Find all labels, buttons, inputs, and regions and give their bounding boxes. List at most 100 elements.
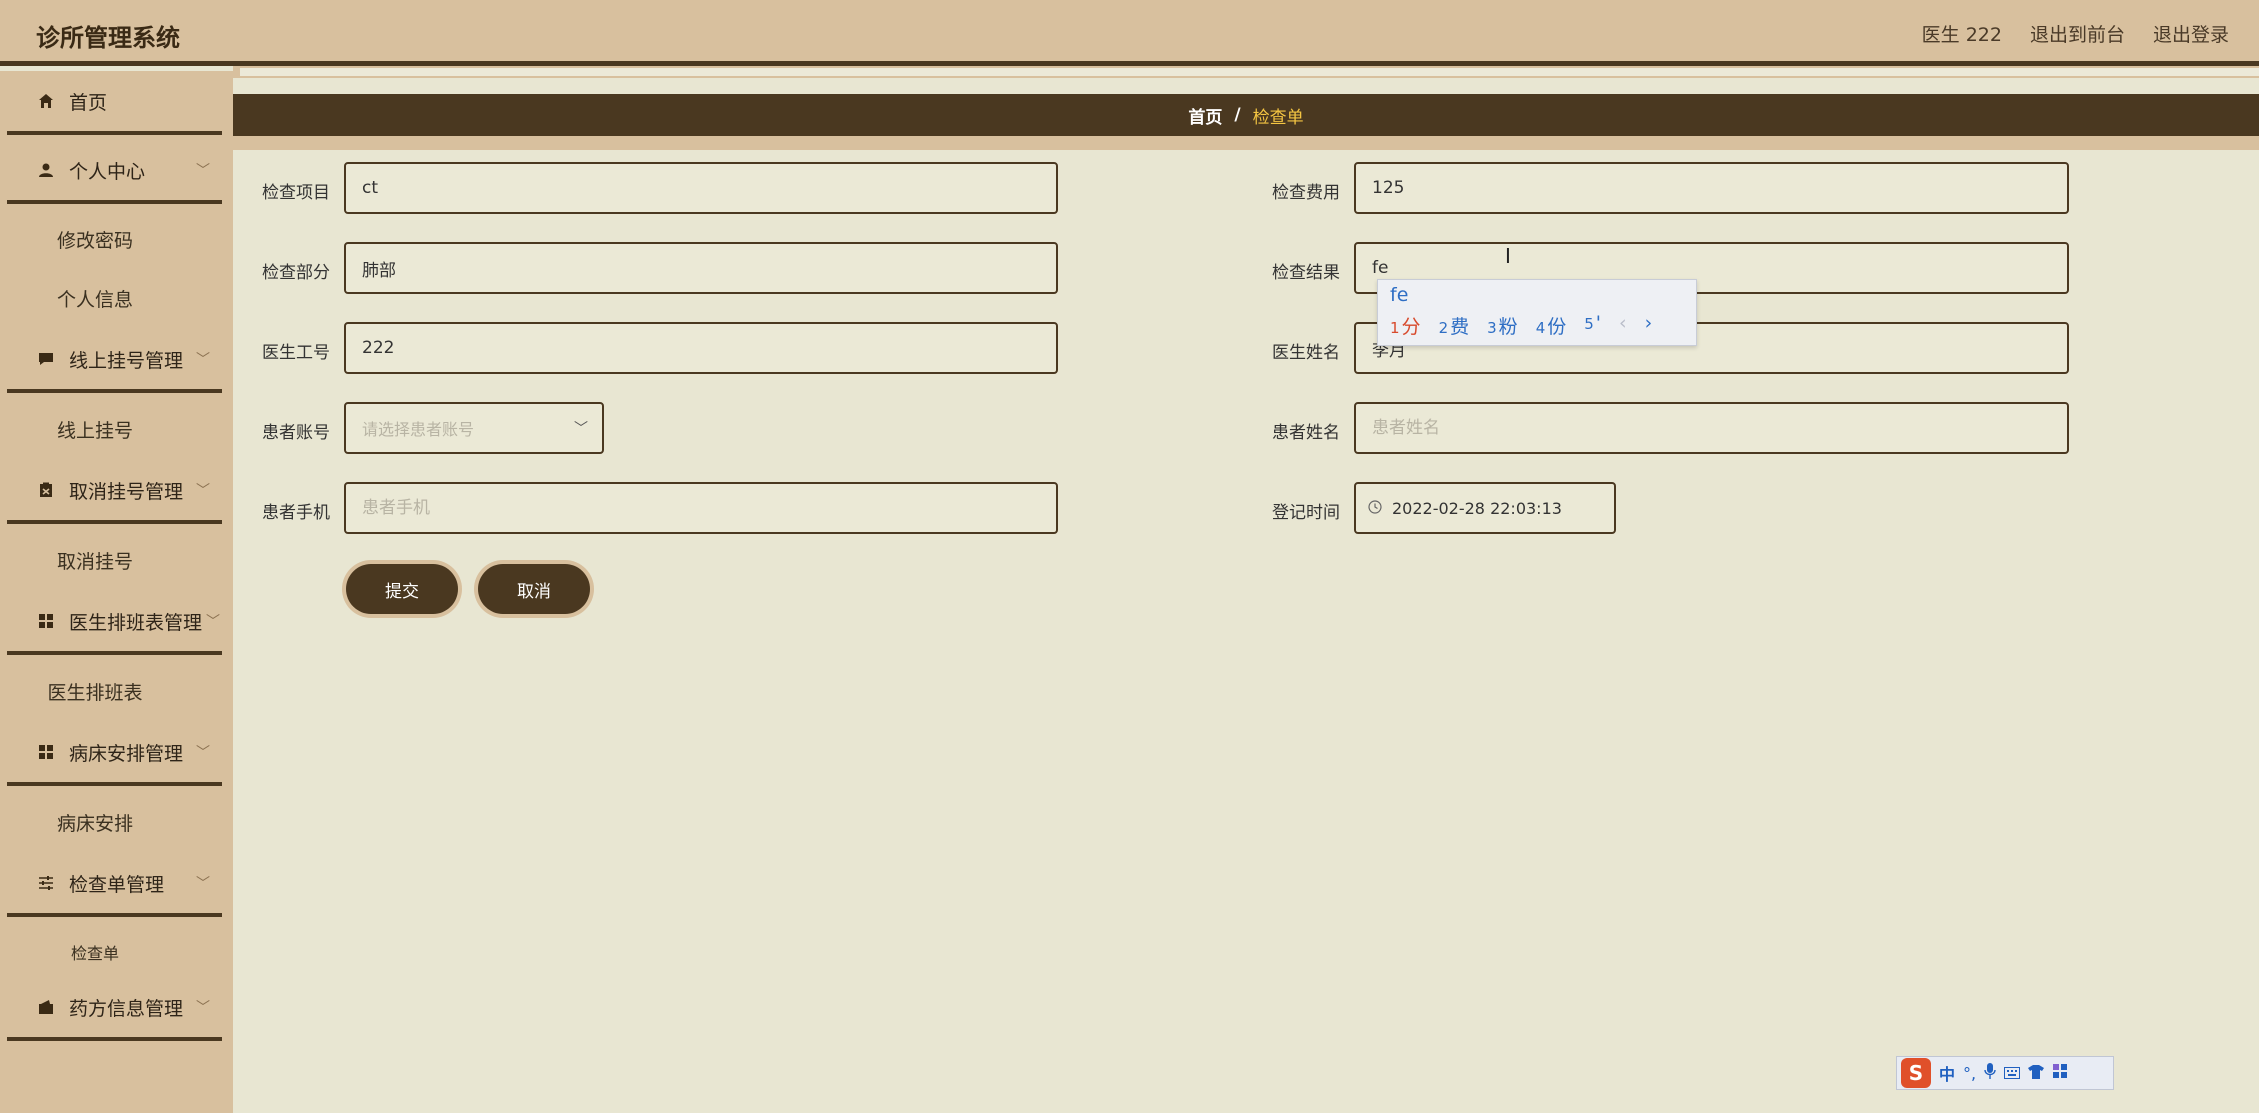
chevron-down-icon: ﹀ (196, 352, 210, 368)
clipboard-icon (37, 481, 55, 499)
sidebar-item-online-reg-mgmt[interactable]: 线上挂号管理 ﹀ (7, 329, 222, 393)
sidebar-subitem-personal-info[interactable]: 个人信息 (0, 285, 190, 312)
sidebar-item-schedule-mgmt[interactable]: 医生排班表管理 ﹀ (7, 591, 222, 655)
ime-prev-icon[interactable]: ‹ (1619, 312, 1627, 339)
chevron-down-icon: ﹀ (196, 163, 210, 179)
chat-icon (37, 350, 55, 368)
exam-item-input[interactable] (344, 162, 1058, 214)
grid-icon (37, 743, 55, 761)
ime-candidate-number: 2 (1438, 319, 1449, 337)
register-time-picker[interactable]: 2022-02-28 22:03:13 (1354, 482, 1616, 534)
chevron-down-icon: ﹀ (196, 483, 210, 499)
apps-grid-icon[interactable] (2052, 1063, 2068, 1083)
patient-phone-input[interactable] (344, 482, 1058, 534)
sidebar-item-label: 病床安排管理 (69, 742, 184, 765)
ime-next-icon[interactable]: › (1645, 312, 1653, 339)
sidebar-item-exam-mgmt[interactable]: 检查单管理 ﹀ (7, 853, 222, 917)
doctor-id-input[interactable] (344, 322, 1058, 374)
clock-icon (1368, 499, 1382, 518)
ime-candidate-number: 3 (1487, 319, 1497, 337)
sidebar-item-label: 个人中心 (69, 160, 146, 183)
chevron-down-icon: ﹀ (196, 876, 210, 892)
chevron-down-icon: ﹀ (574, 421, 588, 437)
breadcrumb-home[interactable]: 首页 (1188, 103, 1222, 128)
sidebar-subitem-change-password[interactable]: 修改密码 (0, 226, 190, 253)
doctor-id-label: 医生工号 (262, 343, 330, 363)
patient-account-placeholder: 请选择患者账号 (362, 420, 475, 439)
sidebar-item-label: 取消挂号管理 (69, 480, 184, 503)
ime-language-toggle[interactable]: 中 (1939, 1061, 1955, 1085)
patient-name-input[interactable] (1354, 402, 2069, 454)
patient-account-select[interactable]: 请选择患者账号 ﹀ (344, 402, 604, 454)
cancel-button[interactable]: 取消 (478, 564, 590, 614)
ime-candidate-list: 1分 2费 3粉 4份 5 ' ‹ › (1390, 312, 1652, 339)
header: 诊所管理系统 医生 222 退出到前台 退出登录 (0, 0, 2259, 66)
breadcrumb-separator: / (1234, 105, 1241, 125)
exam-fee-input[interactable] (1354, 162, 2069, 214)
logout-link[interactable]: 退出登录 (2153, 20, 2229, 47)
register-time-value: 2022-02-28 22:03:13 (1392, 498, 1562, 518)
punctuation-icon[interactable]: °, (1963, 1064, 1976, 1083)
sidebar-subitem-exam[interactable]: 检查单 (0, 940, 190, 964)
app-title: 诊所管理系统 (36, 24, 180, 52)
grid-icon (37, 612, 55, 630)
ime-candidate-number: 5 (1584, 315, 1594, 333)
chevron-down-icon: ﹀ (196, 1000, 210, 1016)
ime-candidate[interactable]: 1分 (1390, 312, 1421, 339)
text-cursor-icon: I (1505, 244, 1511, 268)
patient-name-label: 患者姓名 (1272, 423, 1340, 443)
sidebar-item-personal-center[interactable]: 个人中心 ﹀ (7, 140, 222, 204)
breadcrumb-current: 检查单 (1252, 107, 1304, 128)
user-name: 医生 222 (1921, 24, 2002, 46)
ime-candidate-number: 1 (1390, 319, 1400, 337)
ime-candidate[interactable]: 3粉 (1487, 312, 1518, 339)
sidebar-item-bed-mgmt[interactable]: 病床安排管理 ﹀ (7, 722, 222, 786)
home-icon (37, 92, 55, 110)
breadcrumb: 首页 / 检查单 (233, 94, 2259, 136)
sidebar-subitem-bed[interactable]: 病床安排 (0, 809, 190, 836)
exam-result-label: 检查结果 (1272, 263, 1340, 283)
exam-fee-label: 检查费用 (1272, 183, 1340, 203)
exam-part-label: 检查部分 (262, 263, 330, 283)
sogou-logo-icon[interactable]: S (1901, 1058, 1931, 1088)
patient-phone-label: 患者手机 (262, 503, 330, 523)
ime-candidate-text: ' (1595, 312, 1602, 334)
sidebar-subitem-cancel-reg[interactable]: 取消挂号 (0, 547, 190, 574)
sidebar-item-cancel-reg-mgmt[interactable]: 取消挂号管理 ﹀ (7, 460, 222, 524)
ime-composition: fe (1390, 284, 1409, 306)
ime-candidate[interactable]: 5 ' (1584, 312, 1601, 339)
sidebar-item-label: 检查单管理 (69, 873, 165, 896)
skin-shirt-icon[interactable] (2028, 1064, 2045, 1083)
sidebar-item-label: 首页 (69, 91, 108, 114)
sidebar-item-label: 医生排班表管理 (69, 611, 203, 634)
sidebar-subitem-schedule[interactable]: 医生排班表 (0, 678, 190, 705)
patient-account-label: 患者账号 (262, 423, 330, 443)
top-strip-inner (240, 68, 2259, 76)
back-to-front-link[interactable]: 退出到前台 (2030, 20, 2125, 47)
ime-candidate-text: 份 (1547, 316, 1567, 338)
sidebar: 首页 个人中心 ﹀ 修改密码 个人信息 线上挂号管理 ﹀ 线上挂号 取消挂号管理… (0, 71, 233, 1113)
ime-candidate-number: 4 (1535, 319, 1546, 337)
microphone-icon[interactable] (1984, 1063, 1996, 1083)
ime-candidate[interactable]: 4份 (1536, 312, 1567, 339)
wallet-icon (37, 998, 55, 1016)
ime-toolbar: S 中 °, (1896, 1056, 2114, 1090)
keyboard-icon[interactable] (2004, 1064, 2021, 1083)
sidebar-item-home[interactable]: 首页 (7, 71, 222, 135)
doctor-name-label: 医生姓名 (1272, 343, 1340, 363)
chevron-down-icon: ﹀ (196, 745, 210, 761)
submit-button[interactable]: 提交 (346, 564, 458, 614)
sidebar-subitem-online-reg[interactable]: 线上挂号 (0, 416, 190, 443)
breadcrumb-band (233, 136, 2259, 150)
sliders-icon (37, 874, 55, 892)
ime-candidate[interactable]: 2费 (1439, 312, 1470, 339)
sidebar-item-label: 药方信息管理 (69, 997, 184, 1020)
header-actions: 医生 222 退出到前台 退出登录 (1922, 20, 2229, 47)
ime-candidate-text: 分 (1401, 316, 1421, 338)
exam-part-input[interactable] (344, 242, 1058, 294)
register-time-label: 登记时间 (1272, 503, 1340, 523)
sidebar-item-label: 线上挂号管理 (69, 349, 184, 372)
chevron-down-icon: ﹀ (206, 614, 220, 630)
exam-item-label: 检查项目 (262, 183, 330, 203)
sidebar-item-prescription-mgmt[interactable]: 药方信息管理 ﹀ (7, 977, 222, 1041)
